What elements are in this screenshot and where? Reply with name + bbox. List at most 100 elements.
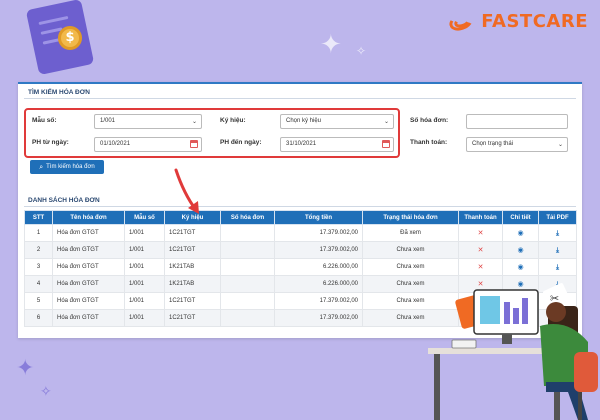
chevron-down-icon: ⌄ <box>191 118 197 125</box>
col-header: Số hóa đơn <box>220 210 275 225</box>
ph-den-ngay-value: 31/10/2021 <box>286 141 317 147</box>
cell-tong-tien: 17.379.002,00 <box>274 309 363 327</box>
cell-ky-hieu: 1C21TGT <box>164 292 221 310</box>
person-at-desk-illustration: ✂ <box>428 283 598 420</box>
sparkle-icon: ✦ <box>16 356 35 381</box>
cell-tong-tien: 17.379.002,00 <box>274 292 363 310</box>
brand-logo: FASTCARE <box>447 10 588 34</box>
col-header: Thanh toán <box>458 210 503 225</box>
sparkle-icon: ✦ <box>320 30 342 60</box>
list-section-title: DANH SÁCH HÓA ĐƠN <box>28 197 100 204</box>
cell-so <box>220 309 275 327</box>
thanh-toan-label: Thanh toán: <box>410 139 448 146</box>
col-header: Tải PDF <box>538 210 577 225</box>
col-header: Mẫu số <box>124 210 165 225</box>
cell-trang-thai: Chưa xem <box>362 258 459 276</box>
search-icon: ⌕ <box>39 162 44 171</box>
table-row: 1 Hóa đơn GTGT 1/001 1C21TGT 17.379.002,… <box>24 224 577 242</box>
detail-cell: ◉ <box>502 224 539 242</box>
cell-tong-tien: 17.379.002,00 <box>274 241 363 259</box>
ky-hieu-value: Chọn ký hiệu <box>286 118 322 124</box>
payment-cell: ✕ <box>458 241 503 259</box>
so-hoa-don-label: Số hóa đơn: <box>410 117 449 124</box>
cell-ten: Hóa đơn GTGT <box>52 241 125 259</box>
close-icon[interactable]: ✕ <box>478 229 484 237</box>
calendar-icon[interactable] <box>190 140 198 148</box>
payment-cell: ✕ <box>458 258 503 276</box>
calendar-icon[interactable] <box>382 140 390 148</box>
col-header: Chi tiết <box>502 210 539 225</box>
detail-cell: ◉ <box>502 258 539 276</box>
brand-name: FASTCARE <box>481 10 588 32</box>
ph-den-ngay-date[interactable]: 31/10/2021 <box>280 137 394 152</box>
ph-den-ngay-label: PH đến ngày: <box>220 139 262 146</box>
ky-hieu-label: Ký hiệu: <box>220 117 246 124</box>
eye-icon[interactable]: ◉ <box>517 229 523 237</box>
ph-tu-ngay-date[interactable]: 01/10/2021 <box>94 137 202 152</box>
chevron-down-icon: ⌄ <box>557 141 563 148</box>
cell-mau-so: 1/001 <box>124 292 165 310</box>
cell-tong-tien: 6.226.000,00 <box>274 258 363 276</box>
thanh-toan-select[interactable]: Chọn trạng thái ⌄ <box>466 137 568 152</box>
sparkle-icon: ✧ <box>40 384 52 400</box>
cell-stt: 2 <box>24 241 53 259</box>
table-header-row: STT Tên hóa đơn Mẫu số Ký hiệu Số hóa đơ… <box>24 210 577 225</box>
divider <box>24 206 576 207</box>
thanh-toan-value: Chọn trạng thái <box>472 141 514 147</box>
cell-mau-so: 1/001 <box>124 258 165 276</box>
table-row: 3 Hóa đơn GTGT 1/001 1K21TAB 6.226.000,0… <box>24 258 577 276</box>
cell-ky-hieu: 1K21TAB <box>164 258 221 276</box>
close-icon[interactable]: ✕ <box>478 246 484 254</box>
table-row: 2 Hóa đơn GTGT 1/001 1C21TGT 17.379.002,… <box>24 241 577 259</box>
cell-mau-so: 1/001 <box>124 224 165 242</box>
cell-mau-so: 1/001 <box>124 241 165 259</box>
ky-hieu-select[interactable]: Chọn ký hiệu ⌄ <box>280 114 394 129</box>
cell-stt: 1 <box>24 224 53 242</box>
close-icon[interactable]: ✕ <box>478 263 484 271</box>
eye-icon[interactable]: ◉ <box>517 246 523 254</box>
chevron-down-icon: ⌄ <box>383 118 389 125</box>
pdf-cell: ⤓ <box>538 258 577 276</box>
so-hoa-don-input[interactable] <box>466 114 568 129</box>
ph-tu-ngay-value: 01/10/2021 <box>100 141 131 147</box>
cell-trang-thai: Chưa xem <box>362 241 459 259</box>
download-icon[interactable]: ⤓ <box>556 263 559 271</box>
col-header: Tổng tiền <box>274 210 363 225</box>
cell-ten: Hóa đơn GTGT <box>52 309 125 327</box>
brand-swoosh-icon <box>447 10 477 34</box>
col-header: Trạng thái hóa đơn <box>362 210 459 225</box>
annotation-arrow <box>174 168 199 214</box>
cell-so <box>220 241 275 259</box>
download-icon[interactable]: ⤓ <box>556 246 559 254</box>
cell-trang-thai: Đã xem <box>362 224 459 242</box>
cell-ky-hieu: 1K21TAB <box>164 275 221 293</box>
cell-tong-tien: 17.379.002,00 <box>274 224 363 242</box>
cell-mau-so: 1/001 <box>124 309 165 327</box>
divider <box>24 98 576 99</box>
cell-stt: 4 <box>24 275 53 293</box>
search-section-title: TÌM KIẾM HÓA ĐƠN <box>28 89 90 96</box>
cell-stt: 3 <box>24 258 53 276</box>
payment-cell: ✕ <box>458 224 503 242</box>
cell-stt: 6 <box>24 309 53 327</box>
cell-stt: 5 <box>24 292 53 310</box>
col-header: Tên hóa đơn <box>52 210 125 225</box>
col-header: STT <box>24 210 53 225</box>
mau-so-select[interactable]: 1/001 ⌄ <box>94 114 202 129</box>
eye-icon[interactable]: ◉ <box>517 263 523 271</box>
download-icon[interactable]: ⤓ <box>556 229 559 237</box>
mau-so-label: Mẫu số: <box>32 117 57 124</box>
cell-so <box>220 258 275 276</box>
pdf-cell: ⤓ <box>538 224 577 242</box>
cell-ten: Hóa đơn GTGT <box>52 275 125 293</box>
cell-ten: Hóa đơn GTGT <box>52 292 125 310</box>
cell-so <box>220 275 275 293</box>
cell-ten: Hóa đơn GTGT <box>52 258 125 276</box>
sparkle-icon: ✧ <box>356 44 367 58</box>
search-invoice-button[interactable]: ⌕ Tìm kiếm hóa đơn <box>30 160 104 174</box>
cell-ky-hieu: 1C21TGT <box>164 309 221 327</box>
cell-so <box>220 292 275 310</box>
mau-so-value: 1/001 <box>100 118 116 124</box>
cell-tong-tien: 6.226.000,00 <box>274 275 363 293</box>
cell-ky-hieu: 1C21TGT <box>164 224 221 242</box>
